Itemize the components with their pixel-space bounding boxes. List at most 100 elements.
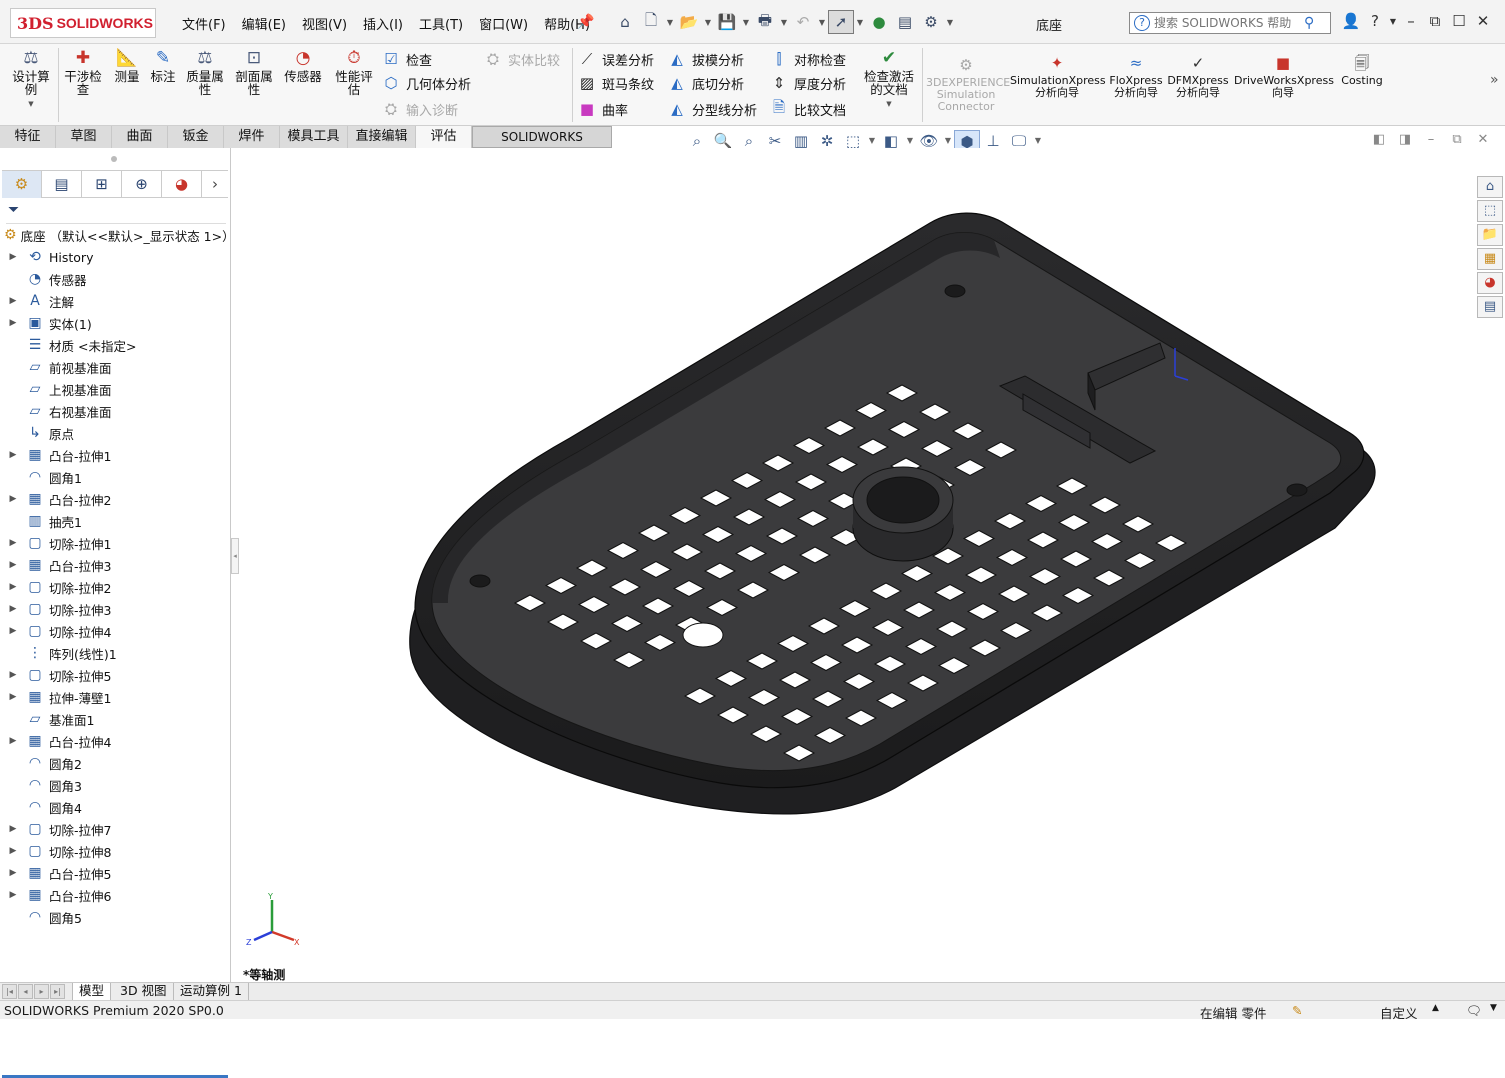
- graphics-area[interactable]: [240, 148, 1477, 982]
- menu-tools[interactable]: 工具(T): [419, 14, 463, 33]
- measure-button[interactable]: 📐 测量: [110, 48, 144, 83]
- tab-3d-views[interactable]: 3D 视图: [114, 983, 174, 1001]
- tree-item[interactable]: ▶ ▢ 切除-拉伸7: [0, 818, 231, 840]
- close-icon[interactable]: ✕: [1472, 12, 1494, 30]
- rebuild-status-icon[interactable]: ✎: [1292, 1003, 1302, 1018]
- tree-item[interactable]: ↳ 原点: [0, 422, 231, 444]
- expand-arrow-icon[interactable]: ▶: [7, 560, 19, 570]
- tab-mold-tools[interactable]: 模具工具: [280, 126, 348, 148]
- dimxpertmanager-tab-icon[interactable]: ⊕: [122, 171, 162, 198]
- expand-arrow-icon[interactable]: ▶: [7, 450, 19, 460]
- tree-item[interactable]: ▶ ▢ 切除-拉伸3: [0, 598, 231, 620]
- open-dropdown-icon[interactable]: ▼: [702, 10, 714, 34]
- menu-window[interactable]: 窗口(W): [479, 14, 528, 33]
- options-dropdown-icon[interactable]: ▼: [944, 10, 956, 34]
- compare-bodies-button[interactable]: ⛭ 实体比较: [482, 48, 560, 70]
- tree-item[interactable]: ▱ 前视基准面: [0, 356, 231, 378]
- more-tabs-chevron-icon[interactable]: ›: [202, 171, 228, 198]
- tree-item[interactable]: ▶ ▦ 凸台-拉伸3: [0, 554, 231, 576]
- rebuild-traffic-light-icon[interactable]: ●: [866, 10, 892, 34]
- tree-item[interactable]: ▶ ▢ 切除-拉伸5: [0, 664, 231, 686]
- tree-item[interactable]: ◠ 圆角1: [0, 466, 231, 488]
- unit-system-up-icon[interactable]: ▲: [1432, 1003, 1439, 1013]
- panel-grip-dot[interactable]: [111, 156, 117, 162]
- tree-item[interactable]: ▶ ▢ 切除-拉伸1: [0, 532, 231, 554]
- help-dropdown-icon[interactable]: ▼: [1388, 17, 1398, 26]
- pin-menu-icon[interactable]: 📌: [577, 14, 594, 30]
- menu-view[interactable]: 视图(V): [302, 14, 347, 33]
- expand-arrow-icon[interactable]: ▶: [7, 582, 19, 592]
- expand-arrow-icon[interactable]: ▶: [7, 868, 19, 878]
- print-icon[interactable]: 🖶: [752, 10, 778, 34]
- tree-item[interactable]: ⋮ 阵列(线性)1: [0, 642, 231, 664]
- tree-item[interactable]: ▶ ▢ 切除-拉伸8: [0, 840, 231, 862]
- tree-item[interactable]: ◠ 圆角2: [0, 752, 231, 774]
- tree-item[interactable]: ▶ ▦ 凸台-拉伸2: [0, 488, 231, 510]
- compare-documents-button[interactable]: 🗎 比较文档: [768, 98, 846, 120]
- floxpress-button[interactable]: ≈ FloXpress 分析向导: [1108, 54, 1164, 99]
- save-icon[interactable]: 💾: [714, 10, 740, 34]
- file-explorer-icon[interactable]: 📁: [1477, 224, 1503, 246]
- markup-button[interactable]: ✎ 标注: [146, 48, 180, 83]
- new-document-icon[interactable]: 🗋: [638, 10, 664, 34]
- filter-funnel-icon[interactable]: ⏷: [8, 202, 19, 218]
- status-dropdown-icon[interactable]: ▼: [1490, 1003, 1497, 1013]
- design-library-icon[interactable]: ⬚: [1477, 200, 1503, 222]
- design-study-dropdown-icon[interactable]: ▼: [8, 98, 54, 111]
- restore-icon[interactable]: ⧉: [1424, 12, 1446, 30]
- expand-arrow-icon[interactable]: ▶: [7, 846, 19, 856]
- draft-analysis-button[interactable]: ◭ 拔模分析: [666, 48, 744, 70]
- home-icon[interactable]: ⌂: [612, 10, 638, 34]
- tree-item[interactable]: ▱ 上视基准面: [0, 378, 231, 400]
- options-gear-icon[interactable]: ⚙: [918, 10, 944, 34]
- split-right-icon[interactable]: ◨: [1396, 132, 1414, 147]
- minimize-icon[interactable]: –: [1400, 12, 1422, 30]
- tree-item[interactable]: ▥ 抽壳1: [0, 510, 231, 532]
- symmetry-check-button[interactable]: ⫿ 对称检查: [768, 48, 846, 70]
- expand-arrow-icon[interactable]: ▶: [7, 736, 19, 746]
- expand-arrow-icon[interactable]: ▶: [7, 604, 19, 614]
- tree-item[interactable]: ▶ ▦ 拉伸-薄壁1: [0, 686, 231, 708]
- tab-motion-study-1[interactable]: 运动算例 1: [174, 983, 249, 1001]
- tree-item[interactable]: ▶ ▢ 切除-拉伸2: [0, 576, 231, 598]
- undercut-analysis-button[interactable]: ◭ 底切分析: [666, 72, 744, 94]
- new-dropdown-icon[interactable]: ▼: [664, 10, 676, 34]
- tab-sheet-metal[interactable]: 钣金: [168, 126, 224, 148]
- select-dropdown-icon[interactable]: ▼: [854, 10, 866, 34]
- tree-item[interactable]: ▶ ▦ 凸台-拉伸4: [0, 730, 231, 752]
- appearances-scenes-icon[interactable]: ◕: [1477, 272, 1503, 294]
- curvature-button[interactable]: ■ 曲率: [576, 98, 628, 120]
- menu-edit[interactable]: 编辑(E): [242, 14, 286, 33]
- tree-item[interactable]: ▱ 右视基准面: [0, 400, 231, 422]
- tree-item[interactable]: ◔ 传感器: [0, 268, 231, 290]
- expand-arrow-icon[interactable]: ▶: [7, 318, 19, 328]
- expand-arrow-icon[interactable]: ▶: [7, 538, 19, 548]
- menu-file[interactable]: 文件(F): [182, 14, 226, 33]
- configurationmanager-tab-icon[interactable]: ⊞: [82, 171, 122, 198]
- tab-sketch[interactable]: 草图: [56, 126, 112, 148]
- next-tab-icon[interactable]: ▸: [34, 984, 49, 999]
- tree-root-part[interactable]: ⚙ 底座 （默认<<默认>_显示状态 1>）: [0, 224, 235, 246]
- user-account-icon[interactable]: 👤: [1340, 12, 1362, 30]
- tab-solidworks-visualize[interactable]: SOLIDWORKS Visualize: [472, 126, 612, 165]
- select-cursor-icon[interactable]: ➚: [828, 10, 854, 34]
- costing-button[interactable]: 🗐 Costing: [1336, 54, 1388, 87]
- custom-properties-icon[interactable]: ▤: [1477, 296, 1503, 318]
- simulationxpress-button[interactable]: ✦ SimulationXpress 分析向导: [1010, 54, 1106, 99]
- first-tab-icon[interactable]: |◂: [2, 984, 17, 999]
- sensor-button[interactable]: ◔ 传感器: [281, 48, 325, 83]
- driveworksxpress-button[interactable]: ■ DriveWorksXpress 向导: [1234, 54, 1334, 99]
- tree-item[interactable]: ▶ ⟲ History: [0, 246, 231, 268]
- featuremanager-tab-icon[interactable]: ⚙: [2, 171, 42, 198]
- expand-arrow-icon[interactable]: ▶: [7, 626, 19, 636]
- tree-item[interactable]: ▶ ▦ 凸台-拉伸5: [0, 862, 231, 884]
- last-tab-icon[interactable]: ▸|: [50, 984, 65, 999]
- unit-system[interactable]: 自定义: [1380, 1003, 1418, 1022]
- performance-evaluation-button[interactable]: ⏱ 性能评估: [332, 48, 376, 96]
- tree-item[interactable]: ▱ 基准面1: [0, 708, 231, 730]
- undo-dropdown-icon[interactable]: ▼: [816, 10, 828, 34]
- section-properties-button[interactable]: ⊡ 剖面属性: [232, 48, 276, 96]
- solidworks-logo[interactable]: 3DS SOLIDWORKS: [10, 8, 156, 38]
- tree-item[interactable]: ◠ 圆角5: [0, 906, 231, 928]
- tree-filter[interactable]: ⏷: [6, 202, 226, 224]
